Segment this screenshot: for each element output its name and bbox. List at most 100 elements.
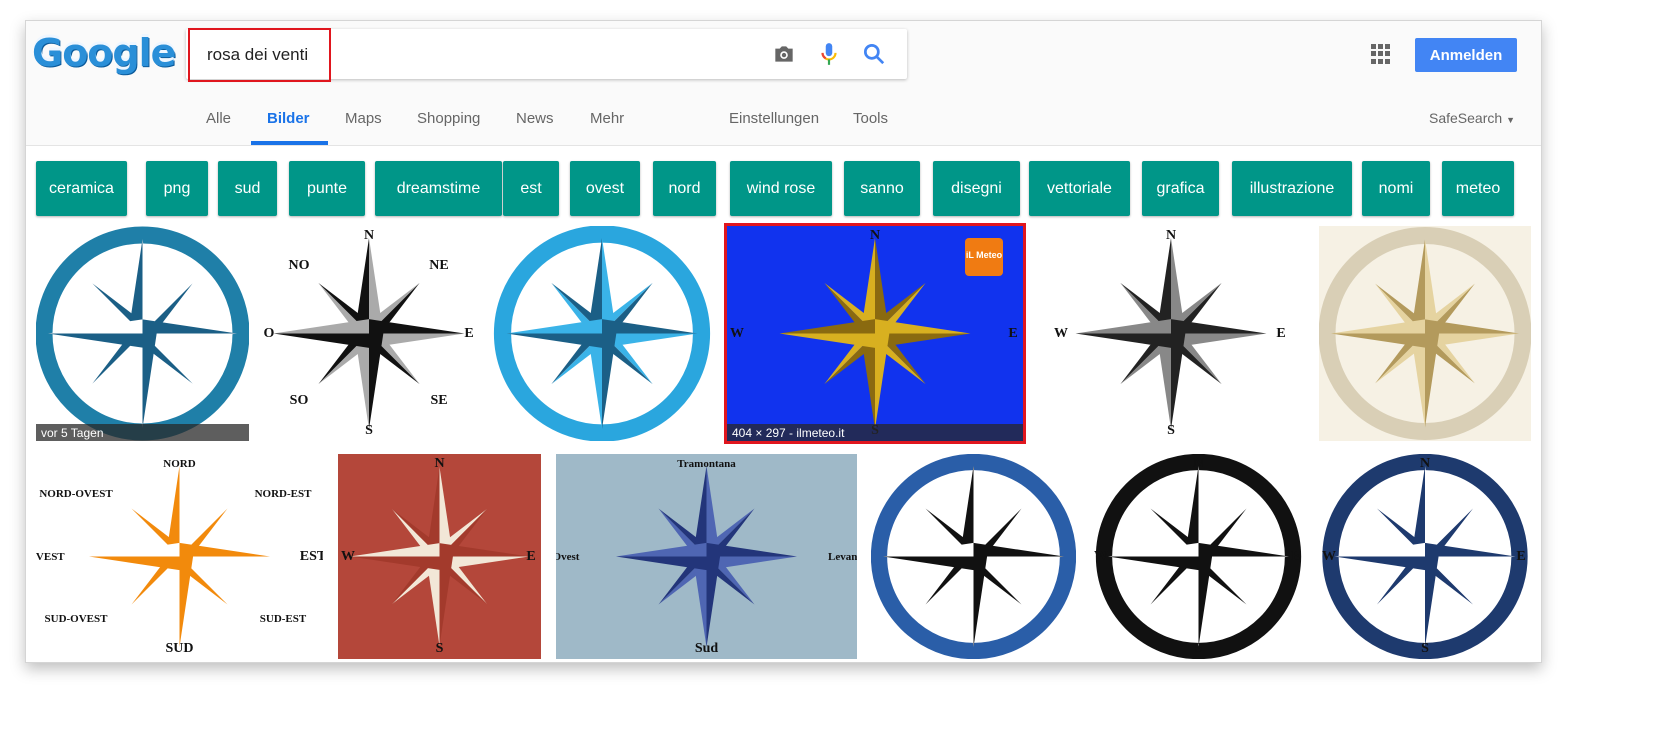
tab-alle[interactable]: Alle xyxy=(206,110,231,127)
compass-label: SUD xyxy=(165,641,194,656)
compass-label: Sud xyxy=(694,641,719,656)
compass-label: Tramontana xyxy=(677,458,736,470)
chip-nord[interactable]: nord xyxy=(653,161,716,216)
signin-button[interactable]: Anmelden xyxy=(1415,38,1517,72)
camera-icon[interactable] xyxy=(771,41,797,67)
chip-nomi[interactable]: nomi xyxy=(1362,161,1430,216)
compass-label: N xyxy=(1165,228,1177,243)
image-result[interactable] xyxy=(1319,226,1531,441)
tab-bilder[interactable]: Bilder xyxy=(267,110,310,127)
compass-label: S xyxy=(365,423,373,438)
image-result[interactable]: vor 5 Tagen xyxy=(36,226,249,441)
compass-label: SUD-EST xyxy=(259,613,307,625)
compass-label: E xyxy=(1008,325,1018,341)
image-result[interactable]: N E S W xyxy=(1091,454,1306,659)
compass-label: O xyxy=(263,325,275,341)
compass-label: Ovest xyxy=(556,550,580,563)
tab-einstellungen[interactable]: Einstellungen xyxy=(729,110,819,127)
image-result[interactable] xyxy=(491,226,713,441)
compass-rose-image xyxy=(1319,226,1531,441)
safesearch-label: SafeSearch xyxy=(1429,110,1503,126)
tab-mehr[interactable]: Mehr xyxy=(590,110,624,127)
chip-ovest[interactable]: ovest xyxy=(570,161,640,216)
image-caption: vor 5 Tagen xyxy=(36,424,249,441)
image-caption: 404 × 297 - ilmeteo.it xyxy=(727,424,1023,441)
tab-shopping[interactable]: Shopping xyxy=(417,110,480,127)
microphone-icon[interactable] xyxy=(816,41,842,67)
image-result[interactable] xyxy=(871,454,1076,659)
tab-maps[interactable]: Maps xyxy=(345,110,382,127)
chip-meteo[interactable]: meteo xyxy=(1442,161,1514,216)
google-logo[interactable]: Google xyxy=(32,31,176,75)
search-icon[interactable] xyxy=(861,41,887,67)
chip-png[interactable]: png xyxy=(146,161,208,216)
compass-label: NO xyxy=(288,258,310,273)
compass-label: W xyxy=(1094,548,1108,564)
compass-rose-image xyxy=(556,454,857,659)
chip-vettoriale[interactable]: vettoriale xyxy=(1029,161,1130,216)
image-result[interactable]: NESWiL Meteo404 × 297 - ilmeteo.it xyxy=(724,223,1026,444)
image-result[interactable]: N E S O NE SE SO NO xyxy=(259,226,479,441)
compass-rose-image xyxy=(871,454,1076,659)
chip-disegni[interactable]: disegni xyxy=(933,161,1020,216)
compass-label: SE xyxy=(430,393,448,408)
chip-sud[interactable]: sud xyxy=(218,161,277,216)
compass-label: E xyxy=(526,548,536,564)
compass-label: E xyxy=(464,325,474,341)
compass-label: OVEST xyxy=(36,550,65,563)
chip-grafica[interactable]: grafica xyxy=(1142,161,1219,216)
browser-window: Google rosa dei venti Anmelden Alle Bild… xyxy=(25,20,1542,663)
image-result[interactable]: N E S W xyxy=(1051,226,1291,441)
header: Google rosa dei venti Anmelden Alle Bild… xyxy=(26,21,1541,146)
compass-label: N xyxy=(363,228,375,243)
chip-wind-rose[interactable]: wind rose xyxy=(730,161,832,216)
safesearch-dropdown[interactable]: SafeSearch ▼ xyxy=(1429,110,1515,126)
compass-rose-image xyxy=(1091,454,1306,659)
compass-label: E xyxy=(1291,548,1301,564)
compass-label: S xyxy=(1167,423,1175,438)
image-result[interactable]: NORD EST SUD OVEST NORD-EST SUD-EST SUD-OVEST N… xyxy=(36,454,323,659)
compass-rose-image xyxy=(1319,454,1531,659)
compass-label: NORD-EST xyxy=(254,488,312,500)
apps-grid-icon[interactable] xyxy=(1371,44,1391,64)
chip-est[interactable]: est xyxy=(503,161,559,216)
search-input[interactable]: rosa dei venti xyxy=(188,28,331,82)
compass-label: EST xyxy=(299,548,323,564)
compass-label: SUD-OVEST xyxy=(44,613,108,625)
compass-rose-image xyxy=(1051,226,1291,441)
compass-label: S xyxy=(1194,641,1203,656)
compass-rose-image xyxy=(338,454,541,659)
compass-label: S xyxy=(1421,641,1429,656)
compass-label: N xyxy=(869,228,881,243)
chip-sanno[interactable]: sanno xyxy=(844,161,920,216)
compass-label: NORD xyxy=(163,458,196,470)
compass-rose-image xyxy=(36,226,249,441)
compass-label: W xyxy=(1054,325,1068,341)
chip-ceramica[interactable]: ceramica xyxy=(36,161,127,216)
chip-dreamstime[interactable]: dreamstime xyxy=(375,161,502,216)
compass-label: W xyxy=(341,548,355,564)
chip-illustrazione[interactable]: illustrazione xyxy=(1232,161,1352,216)
tab-tools[interactable]: Tools xyxy=(853,110,888,127)
compass-rose-image xyxy=(36,454,323,659)
tab-news[interactable]: News xyxy=(516,110,554,127)
chip-punte[interactable]: punte xyxy=(289,161,365,216)
compass-label: Levante xyxy=(828,550,857,563)
compass-label: W xyxy=(1322,548,1336,564)
compass-label: W xyxy=(730,325,744,341)
ilmeteo-badge: iL Meteo xyxy=(965,238,1003,276)
image-result[interactable]: Tramontana Levante Sud Ovest xyxy=(556,454,857,659)
caret-down-icon: ▼ xyxy=(1506,115,1515,125)
compass-label: E xyxy=(1516,548,1526,564)
image-result[interactable]: N E S W xyxy=(338,454,541,659)
compass-label: NE xyxy=(429,258,449,273)
image-result[interactable]: N E S W xyxy=(1319,454,1531,659)
compass-label: N xyxy=(1193,456,1204,471)
compass-label: SO xyxy=(289,393,309,408)
compass-label: NORD-OVEST xyxy=(39,488,113,500)
compass-label: S xyxy=(435,641,444,656)
compass-label: N xyxy=(1419,456,1431,471)
search-box[interactable]: rosa dei venti xyxy=(186,28,907,82)
compass-label: N xyxy=(434,456,445,471)
compass-label: E xyxy=(1276,325,1286,341)
